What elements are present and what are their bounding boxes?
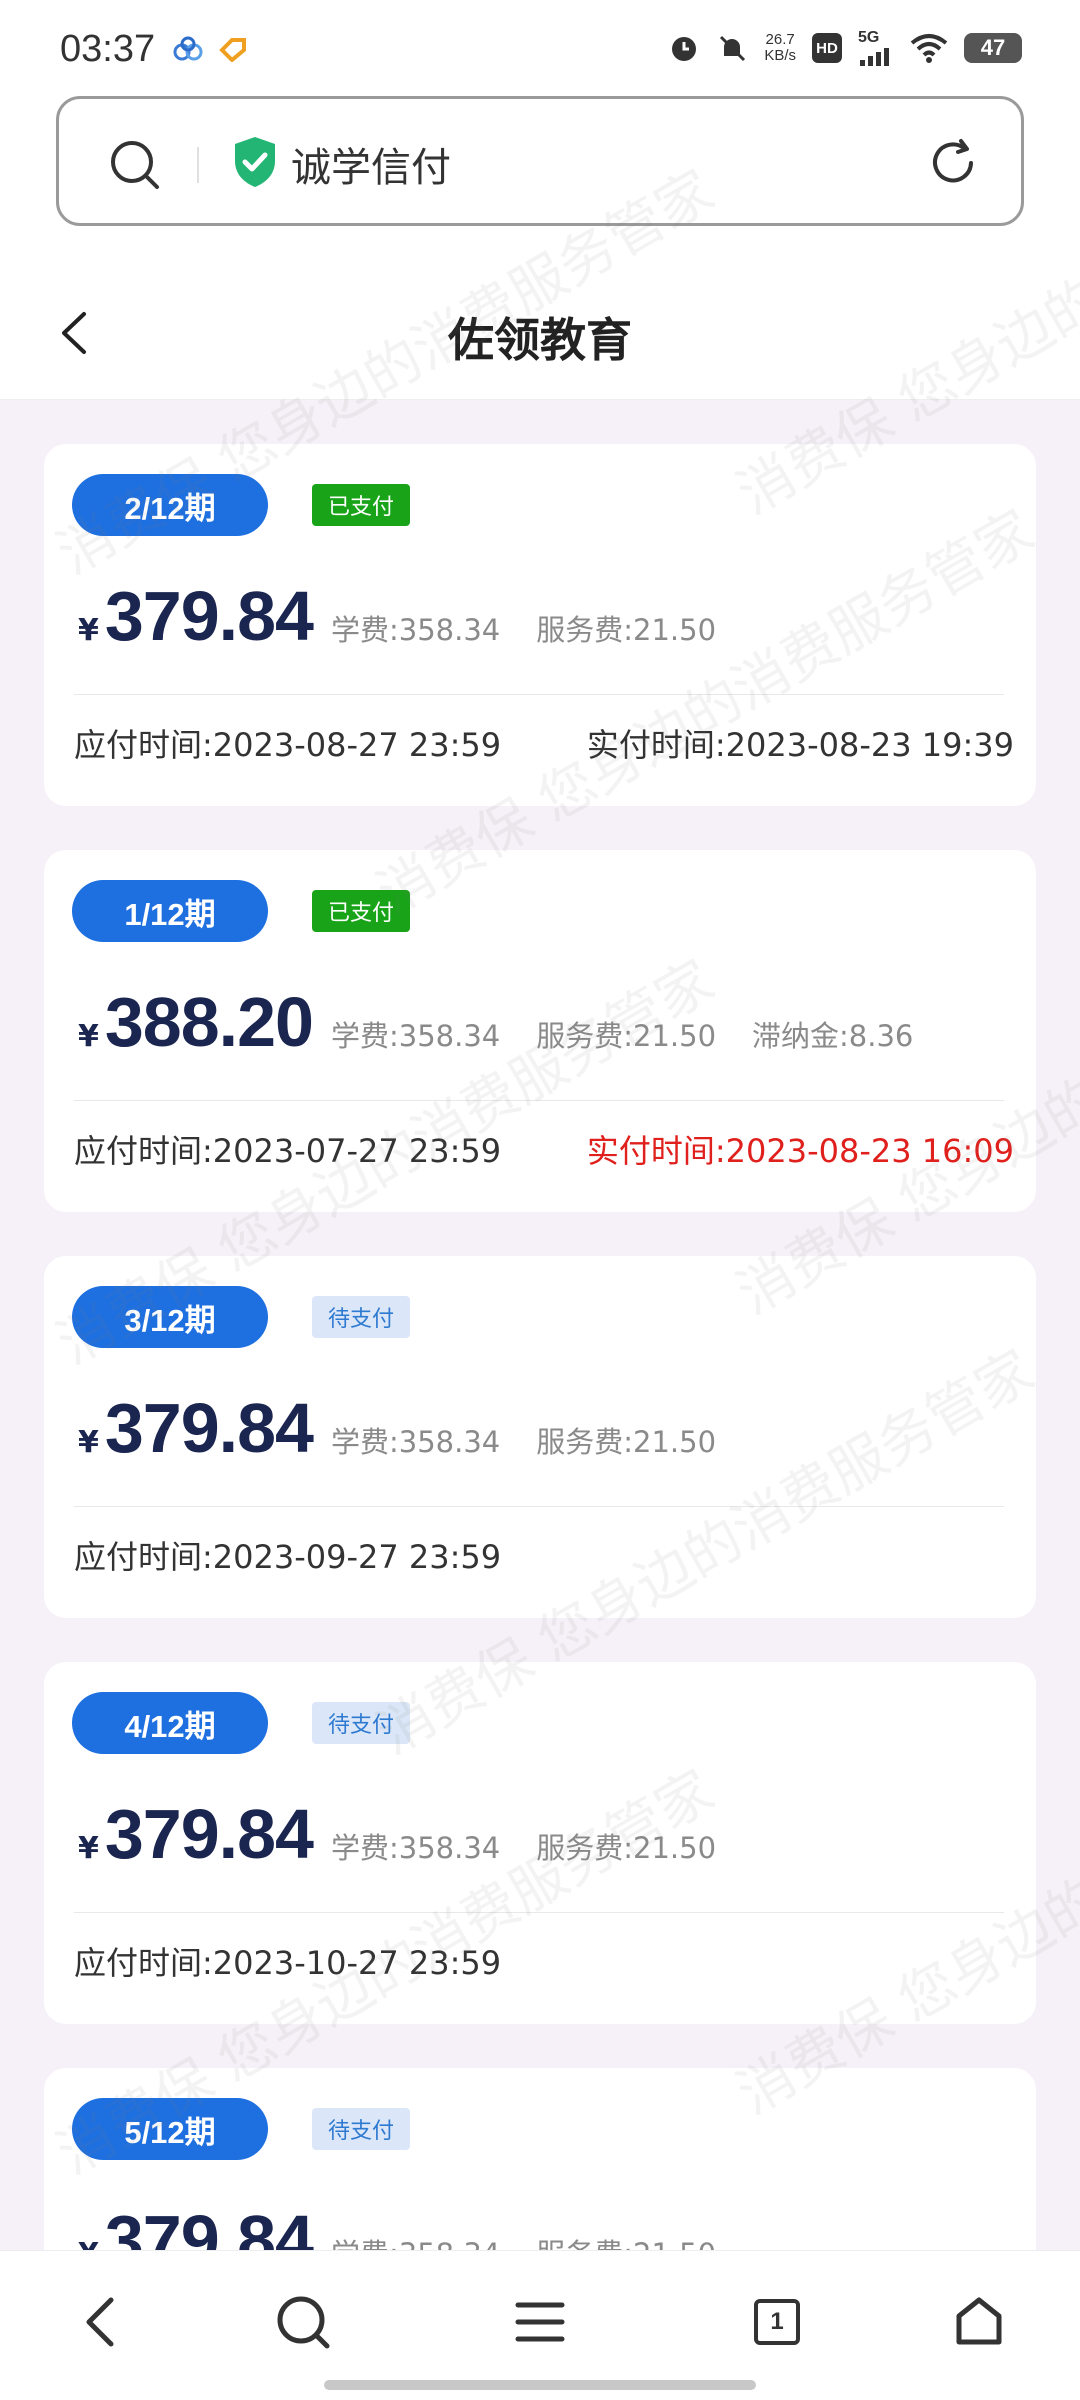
currency-symbol: ¥: [78, 2237, 99, 2250]
verified-shield-icon: [235, 137, 275, 187]
nav-tabs-button[interactable]: 1: [742, 2287, 812, 2357]
status-tag: 已支付: [312, 484, 410, 526]
site-title: 诚学信付: [291, 145, 451, 191]
tuition-fee: 学费:358.34: [330, 613, 501, 647]
service-fee: 服务费:21.50: [536, 1831, 717, 1865]
tuition-fee: 学费:358.34: [330, 1831, 501, 1865]
amount-value: 379.84: [104, 1795, 314, 1873]
status-tag: 待支付: [312, 1702, 410, 1744]
installment-card[interactable]: 2/12期 已支付 ¥ 379.84 学费:358.34 服务费:21.50 应…: [44, 444, 1036, 806]
battery-indicator: 47: [964, 33, 1022, 63]
service-fee: 服务费:21.50: [536, 1425, 717, 1459]
period-badge: 2/12期: [72, 474, 268, 536]
amount-row: ¥ 379.84 学费:358.34 服务费:21.50: [78, 2200, 716, 2250]
search-icon[interactable]: [109, 139, 161, 191]
due-time: 应付时间:2023-10-27 23:59: [74, 1944, 502, 1982]
time-row: 应付时间:2023-10-27 23:59: [74, 1938, 1014, 1984]
menu-icon: [515, 2302, 565, 2342]
status-right: 26.7 KB/s HD 5G 47: [668, 30, 1022, 66]
due-time: 应付时间:2023-09-27 23:59: [74, 1538, 502, 1576]
late-fee: 滞纳金:8.36: [752, 1019, 914, 1053]
mute-bell-icon: [720, 35, 746, 62]
page-title: 佐领教育: [448, 313, 632, 367]
status-app-icons: [172, 36, 248, 62]
time-row: 应付时间:2023-09-27 23:59: [74, 1532, 1014, 1578]
service-fee: 服务费:21.50: [536, 613, 717, 647]
status-bar: 03:37 26.7 KB/s HD 5G 47: [0, 0, 1080, 96]
due-time: 应付时间:2023-08-27 23:59: [74, 726, 502, 764]
address-bar[interactable]: 诚学信付: [56, 96, 1024, 226]
installment-card[interactable]: 1/12期 已支付 ¥ 388.20 学费:358.34 服务费:21.50 滞…: [44, 850, 1036, 1212]
search-icon: [277, 2296, 330, 2349]
alarm-icon: [672, 37, 697, 61]
currency-symbol: ¥: [78, 1831, 99, 1866]
period-badge: 1/12期: [72, 880, 268, 942]
period-badge: 3/12期: [72, 1286, 268, 1348]
paid-time: 实付时间:2023-08-23 19:39: [586, 726, 1014, 764]
speed-value: 26.7: [765, 31, 795, 48]
back-icon: [86, 2297, 114, 2347]
amount-value: 379.84: [104, 2201, 314, 2250]
status-tag: 已支付: [312, 890, 410, 932]
network-speed: 26.7 KB/s: [764, 32, 796, 64]
tuition-fee: 学费:358.34: [330, 1425, 501, 1459]
currency-symbol: ¥: [78, 1019, 99, 1054]
amount-row: ¥ 379.84 学费:358.34 服务费:21.50: [78, 576, 716, 656]
browser-bar: 诚学信付: [0, 96, 1080, 264]
installment-list: 2/12期 已支付 ¥ 379.84 学费:358.34 服务费:21.50 应…: [0, 400, 1080, 2250]
time-row: 应付时间:2023-08-27 23:59 实付时间:2023-08-23 19…: [74, 720, 1014, 766]
installment-card[interactable]: 5/12期 待支付 ¥ 379.84 学费:358.34 服务费:21.50: [44, 2068, 1036, 2250]
due-time: 应付时间:2023-07-27 23:59: [74, 1132, 502, 1170]
amount-value: 388.20: [104, 983, 314, 1061]
amount-row: ¥ 379.84 学费:358.34 服务费:21.50: [78, 1388, 716, 1468]
tab-count: 1: [754, 2299, 800, 2345]
signal-icon: [860, 48, 889, 66]
service-fee: 服务费:21.50: [536, 2231, 716, 2250]
amount-value: 379.84: [104, 577, 314, 655]
tag-app-icon: [219, 38, 246, 62]
tuition-fee: 学费:358.34: [330, 1019, 501, 1053]
amount-value: 379.84: [104, 1389, 314, 1467]
page-header: 佐领教育: [0, 264, 1080, 400]
installment-card[interactable]: 4/12期 待支付 ¥ 379.84 学费:358.34 服务费:21.50 应…: [44, 1662, 1036, 2024]
currency-symbol: ¥: [78, 613, 99, 648]
nav-back-button[interactable]: [66, 2287, 136, 2357]
wifi-icon: [910, 34, 948, 63]
hd-badge: HD: [812, 33, 842, 63]
time-row: 应付时间:2023-07-27 23:59 实付时间:2023-08-23 16…: [74, 1126, 1014, 1172]
signal-group: 5G: [858, 30, 894, 66]
nav-home-button[interactable]: [944, 2287, 1014, 2357]
card-divider: [74, 1506, 1004, 1507]
tuition-fee: 学费:358.34: [331, 2231, 500, 2250]
bottom-nav: 1: [0, 2250, 1080, 2400]
service-fee: 服务费:21.50: [536, 1019, 717, 1053]
status-tag: 待支付: [312, 2108, 410, 2150]
refresh-icon[interactable]: [927, 137, 979, 189]
card-divider: [74, 1912, 1004, 1913]
status-time: 03:37: [60, 28, 156, 70]
nav-menu-button[interactable]: [505, 2287, 575, 2357]
address-divider: [197, 147, 199, 183]
network-type: 5G: [858, 29, 880, 46]
period-badge: 4/12期: [72, 1692, 268, 1754]
paid-time-late: 实付时间:2023-08-23 16:09: [586, 1132, 1014, 1170]
home-icon: [956, 2297, 1002, 2345]
amount-row: ¥ 379.84 学费:358.34 服务费:21.50: [78, 1794, 716, 1874]
home-indicator[interactable]: [324, 2380, 756, 2390]
card-divider: [74, 694, 1004, 695]
cloud-app-icon: [173, 36, 203, 61]
speed-unit: KB/s: [764, 47, 796, 64]
installment-card[interactable]: 3/12期 待支付 ¥ 379.84 学费:358.34 服务费:21.50 应…: [44, 1256, 1036, 1618]
currency-symbol: ¥: [78, 1425, 99, 1460]
period-badge: 5/12期: [72, 2098, 268, 2160]
card-divider: [74, 1100, 1004, 1101]
nav-search-button[interactable]: [268, 2287, 338, 2357]
status-tag: 待支付: [312, 1296, 410, 1338]
amount-row: ¥ 388.20 学费:358.34 服务费:21.50 滞纳金:8.36: [78, 982, 913, 1062]
